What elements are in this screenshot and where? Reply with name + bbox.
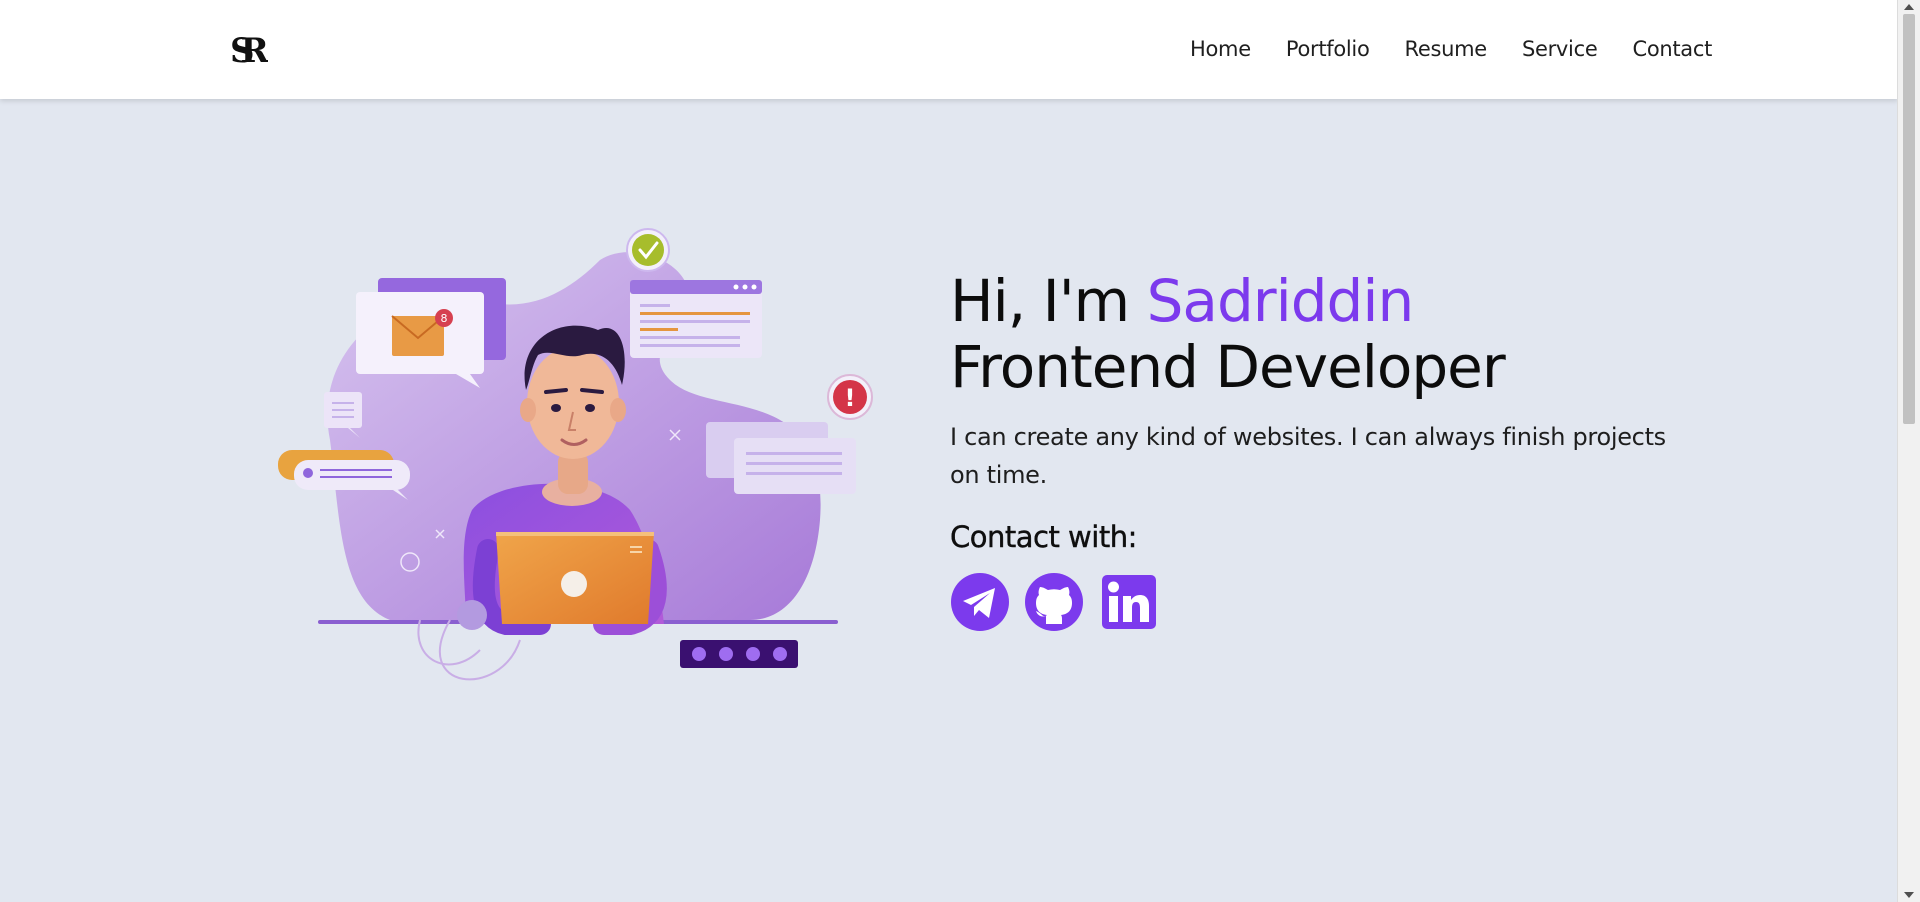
site-logo[interactable]: SR [228,26,268,74]
logo-monogram-back: SR [230,31,268,71]
person-head [527,347,619,459]
alert-mark: ! [845,384,856,412]
hero-section: Hi, I'm Sadriddin Frontend Developer I c… [950,268,1690,632]
telegram-icon[interactable] [950,572,1010,632]
hero-name: Sadriddin [1146,267,1415,335]
mail-badge: 8 [441,312,448,325]
scroll-down-arrow-icon[interactable] [1904,892,1914,898]
contact-title: Contact with: [950,520,1138,554]
nav-home[interactable]: Home [1190,36,1251,62]
nav-portfolio[interactable]: Portfolio [1286,36,1370,62]
nav-contact[interactable]: Contact [1632,36,1712,62]
hero-headline: Hi, I'm Sadriddin Frontend Developer [950,268,1690,400]
site-header: SR Home Portfolio Resume Service Contact [0,0,1898,99]
message-card [734,438,856,494]
main-nav: Home Portfolio Resume Service Contact [1190,36,1712,62]
scroll-thumb[interactable] [1903,14,1915,424]
linkedin-icon[interactable] [1098,572,1158,632]
social-links [950,572,1690,632]
nav-resume[interactable]: Resume [1405,36,1488,62]
developer-illustration: 8 ! [278,228,873,681]
hero-role: Frontend Developer [950,333,1506,401]
page-scrollbar[interactable] [1897,0,1920,902]
mouse-ball [457,600,487,630]
hero-description: I can create any kind of websites. I can… [950,423,1666,489]
scroll-up-arrow-icon[interactable] [1904,4,1914,10]
laptop-logo [561,571,587,597]
github-icon[interactable] [1024,572,1084,632]
nav-service[interactable]: Service [1522,36,1598,62]
greeting-text: Hi, I'm [950,267,1147,335]
